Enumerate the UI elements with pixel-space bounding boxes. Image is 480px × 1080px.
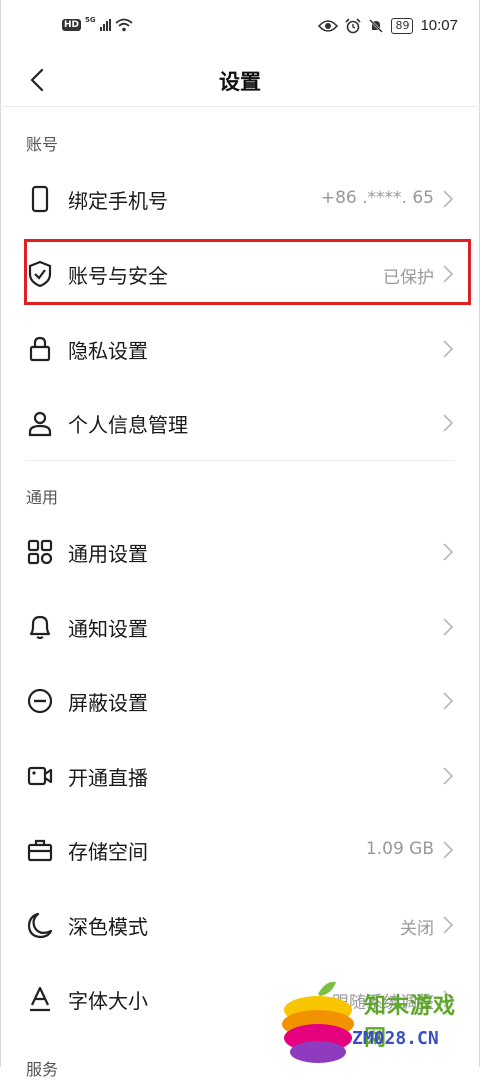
row-label: 通用设置 xyxy=(68,542,148,566)
network-type: 5G xyxy=(85,16,96,24)
alarm-icon xyxy=(345,17,362,33)
lock-icon xyxy=(29,336,51,362)
chevron-right-icon xyxy=(443,190,454,208)
eye-icon xyxy=(318,19,339,32)
row-label: 字体大小 xyxy=(68,989,148,1013)
row-privacy[interactable]: 隐私设置 xyxy=(0,311,480,385)
chevron-right-icon xyxy=(443,414,454,432)
moon-icon xyxy=(27,912,53,939)
wifi-icon xyxy=(115,18,133,32)
row-block[interactable]: 屏蔽设置 xyxy=(0,663,480,737)
row-value: 1.09 GB xyxy=(365,839,434,859)
row-value: +86 .****. 65 xyxy=(320,188,434,208)
row-notifications[interactable]: 通知设置 xyxy=(0,589,480,663)
section-account-header: 账号 xyxy=(26,135,59,154)
row-label: 绑定手机号 xyxy=(68,189,168,213)
section-general-header: 通用 xyxy=(26,488,59,507)
row-value: 关闭 xyxy=(400,919,434,939)
page-title: 设置 xyxy=(219,70,261,94)
font-size-icon xyxy=(30,986,50,1012)
video-camera-icon xyxy=(27,766,53,786)
row-label: 屏蔽设置 xyxy=(68,691,148,715)
row-label: 隐私设置 xyxy=(68,339,148,363)
grid-apps-icon xyxy=(27,539,53,565)
row-label: 通知设置 xyxy=(68,617,148,641)
section-service-header: 服务 xyxy=(26,1060,59,1079)
battery-level: 89 xyxy=(391,17,414,34)
nav-header: 设置 xyxy=(0,56,480,107)
highlight-box xyxy=(24,239,471,305)
phone-icon xyxy=(31,185,49,213)
clock: 10:07 xyxy=(420,17,458,34)
row-general-settings[interactable]: 通用设置 xyxy=(0,514,480,588)
section-divider xyxy=(26,460,454,461)
chevron-right-icon xyxy=(443,916,454,934)
chevron-right-icon xyxy=(443,543,454,561)
storage-briefcase-icon xyxy=(27,839,53,862)
apple-logo-icon xyxy=(282,981,354,1063)
watermark: 知末游戏网 ZM028.CN xyxy=(278,976,478,1067)
row-label: 个人信息管理 xyxy=(68,413,188,437)
block-minus-icon xyxy=(27,688,53,714)
row-label: 存储空间 xyxy=(68,840,148,864)
row-personal-info[interactable]: 个人信息管理 xyxy=(0,385,480,459)
hd-badge: HD xyxy=(62,19,82,31)
chevron-right-icon xyxy=(443,841,454,859)
watermark-domain: ZM028.CN xyxy=(352,1028,439,1049)
row-label: 开通直播 xyxy=(68,766,148,790)
chevron-right-icon xyxy=(443,618,454,636)
row-bind-phone[interactable]: 绑定手机号 +86 .****. 65 xyxy=(0,161,480,235)
chevron-right-icon xyxy=(443,692,454,710)
row-dark-mode[interactable]: 深色模式 关闭 xyxy=(0,887,480,961)
chevron-right-icon xyxy=(443,340,454,358)
signal-icon xyxy=(99,19,111,31)
mute-bell-icon xyxy=(369,18,384,33)
chevron-right-icon xyxy=(443,767,454,785)
row-label: 深色模式 xyxy=(68,915,148,939)
row-storage[interactable]: 存储空间 1.09 GB xyxy=(0,812,480,886)
row-live[interactable]: 开通直播 xyxy=(0,738,480,812)
bell-icon xyxy=(29,615,51,640)
user-icon xyxy=(28,411,52,437)
status-bar: HD 5G 89 10:07 xyxy=(0,0,480,56)
